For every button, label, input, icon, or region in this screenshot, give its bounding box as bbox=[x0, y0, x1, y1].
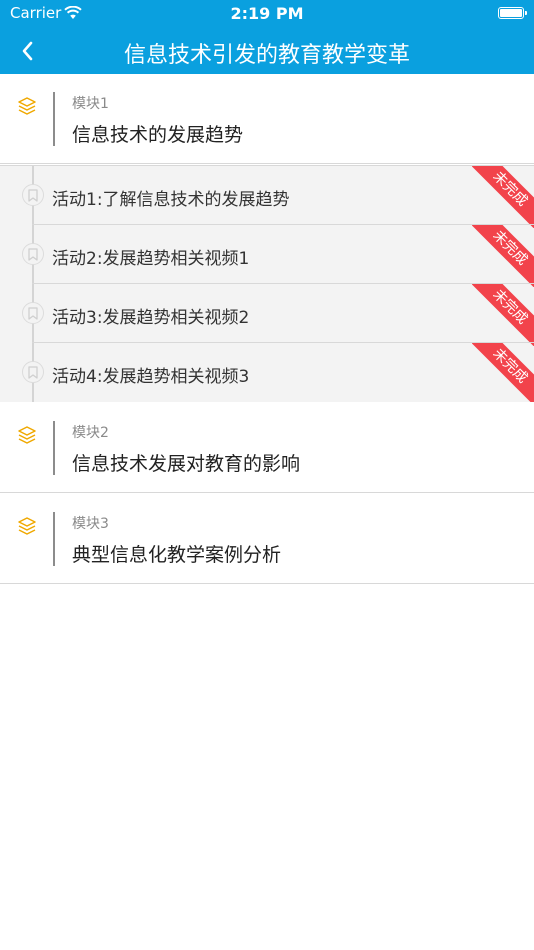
layers-icon bbox=[17, 425, 37, 445]
module-item-3[interactable]: 模块3 典型信息化教学案例分析 bbox=[0, 494, 534, 584]
status-badge-label: 未完成 bbox=[472, 343, 534, 402]
activity-title: 活动2:发展趋势相关视频1 bbox=[52, 249, 250, 269]
nav-bar: 信息技术引发的教育教学变革 bbox=[0, 28, 534, 74]
activity-title: 活动3:发展趋势相关视频2 bbox=[52, 308, 250, 328]
status-badge: 未完成 bbox=[472, 284, 534, 346]
status-badge: 未完成 bbox=[472, 166, 534, 228]
activity-item-3[interactable]: 活动3:发展趋势相关视频2 未完成 bbox=[0, 284, 534, 346]
layers-icon bbox=[17, 96, 37, 116]
bookmark-icon bbox=[22, 302, 44, 324]
module-label: 模块1 bbox=[72, 96, 109, 112]
module-label: 模块2 bbox=[72, 425, 109, 441]
activity-item-4[interactable]: 活动4:发展趋势相关视频3 未完成 bbox=[0, 343, 534, 402]
status-time: 2:19 PM bbox=[230, 4, 304, 23]
status-badge-label: 未完成 bbox=[472, 225, 534, 287]
activity-item-2[interactable]: 活动2:发展趋势相关视频1 未完成 bbox=[0, 225, 534, 287]
module-item-1[interactable]: 模块1 信息技术的发展趋势 bbox=[0, 74, 534, 164]
activity-title: 活动4:发展趋势相关视频3 bbox=[52, 367, 250, 387]
battery-icon bbox=[498, 7, 527, 19]
layers-icon bbox=[17, 516, 37, 536]
status-badge-label: 未完成 bbox=[472, 166, 534, 228]
bookmark-icon bbox=[22, 243, 44, 265]
status-badge-label: 未完成 bbox=[472, 284, 534, 346]
module-name: 典型信息化教学案例分析 bbox=[72, 544, 282, 566]
status-badge: 未完成 bbox=[472, 225, 534, 287]
module-divider bbox=[53, 512, 55, 566]
activity-item-1[interactable]: 活动1:了解信息技术的发展趋势 未完成 bbox=[0, 166, 534, 228]
module-item-2[interactable]: 模块2 信息技术发展对教育的影响 bbox=[0, 403, 534, 493]
page-title: 信息技术引发的教育教学变革 bbox=[123, 43, 410, 68]
status-badge: 未完成 bbox=[472, 343, 534, 402]
module-label: 模块3 bbox=[72, 516, 109, 532]
activity-title: 活动1:了解信息技术的发展趋势 bbox=[52, 190, 290, 210]
status-bar: Carrier 2:19 PM bbox=[0, 0, 534, 28]
module-name: 信息技术发展对教育的影响 bbox=[72, 453, 301, 475]
module-name: 信息技术的发展趋势 bbox=[72, 124, 244, 146]
module-divider bbox=[53, 421, 55, 475]
activity-list: 活动1:了解信息技术的发展趋势 未完成 活动2:发展趋势相关视频1 未完成 活动… bbox=[0, 165, 534, 402]
module-divider bbox=[53, 92, 55, 146]
bookmark-icon bbox=[22, 184, 44, 206]
bookmark-icon bbox=[22, 361, 44, 383]
